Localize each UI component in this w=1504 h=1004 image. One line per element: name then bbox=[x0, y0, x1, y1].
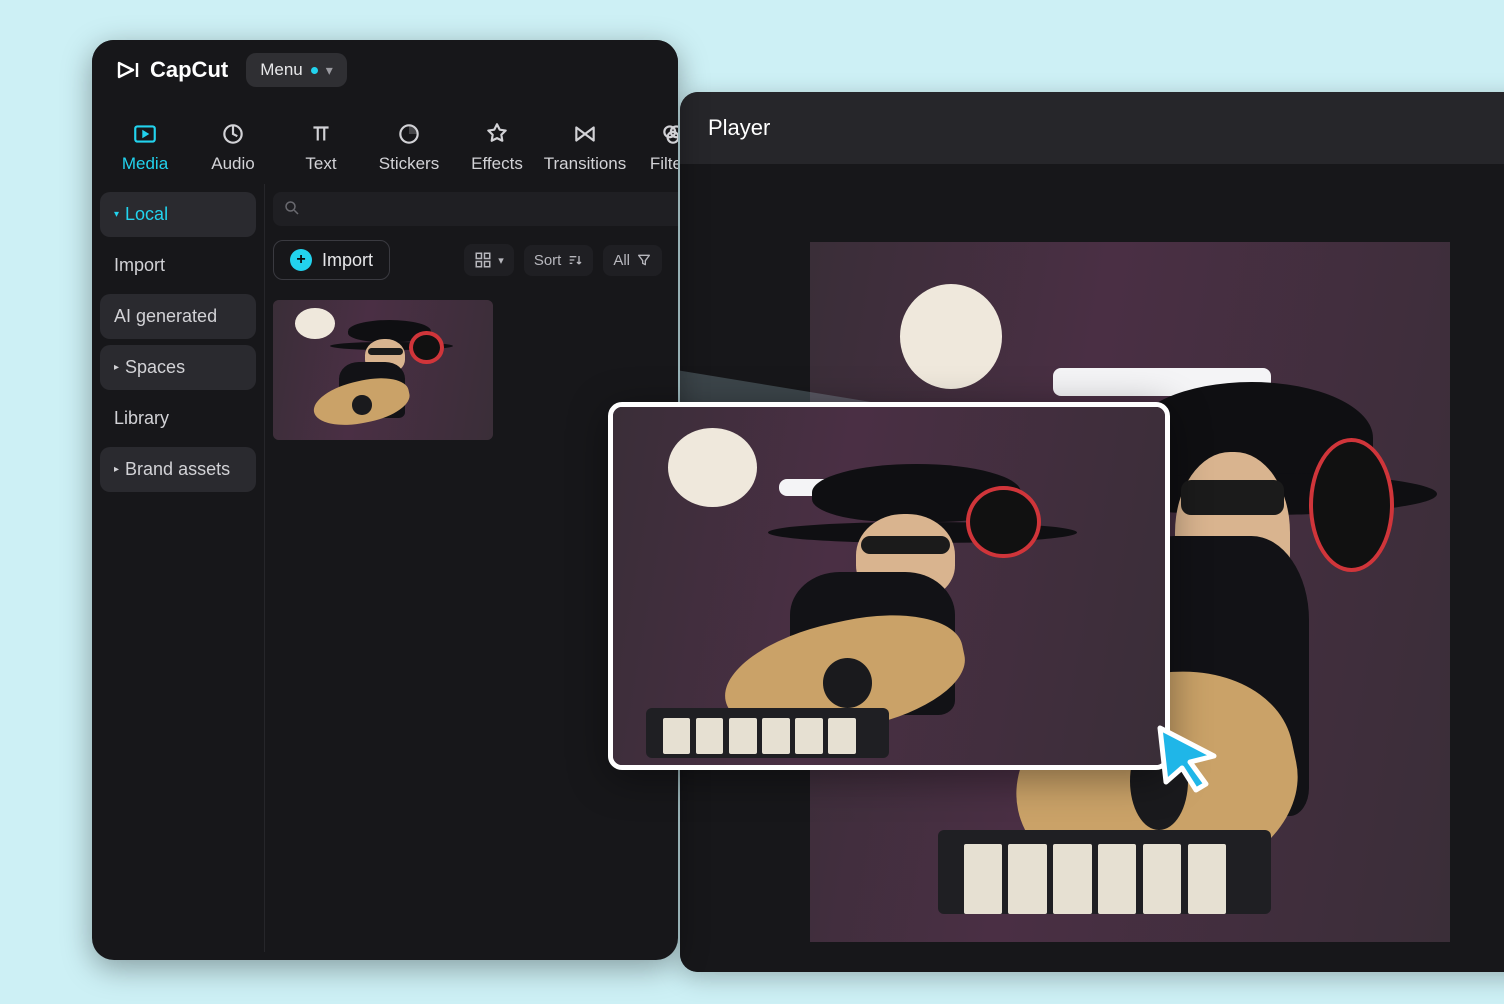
tab-label: Filters bbox=[650, 154, 678, 174]
sort-button[interactable]: Sort bbox=[524, 245, 594, 276]
editor-titlebar: CapCut Menu ▾ bbox=[92, 40, 678, 100]
menu-button[interactable]: Menu ▾ bbox=[246, 53, 347, 87]
audio-icon bbox=[219, 120, 247, 148]
media-thumbnail[interactable] bbox=[273, 300, 493, 440]
chevron-down-icon: ▾ bbox=[498, 254, 504, 267]
tab-effects[interactable]: Effects bbox=[456, 110, 538, 184]
import-button[interactable]: + Import bbox=[273, 240, 390, 280]
transitions-icon bbox=[571, 120, 599, 148]
menu-indicator-dot bbox=[311, 67, 318, 74]
filter-label: All bbox=[613, 252, 630, 269]
tab-stickers[interactable]: Stickers bbox=[368, 110, 450, 184]
drag-preview-card[interactable] bbox=[608, 402, 1170, 770]
tab-filters[interactable]: Filters bbox=[632, 110, 678, 184]
sidebar-item-label: Local bbox=[125, 204, 168, 225]
asset-category-toolbar: Media Audio Text Stickers bbox=[92, 100, 678, 184]
sidebar-item-brand-assets[interactable]: ▸ Brand assets bbox=[100, 447, 256, 492]
plus-icon: + bbox=[290, 249, 312, 271]
chevron-down-icon: ▾ bbox=[326, 62, 333, 79]
filters-icon bbox=[659, 120, 678, 148]
tab-label: Stickers bbox=[379, 154, 439, 174]
editor-window: CapCut Menu ▾ Media Audio bbox=[92, 40, 678, 960]
filter-button[interactable]: All bbox=[603, 245, 662, 276]
sort-icon bbox=[567, 252, 583, 268]
menu-label: Menu bbox=[260, 60, 303, 80]
cursor-pointer-icon bbox=[1152, 722, 1224, 794]
effects-icon bbox=[483, 120, 511, 148]
tab-label: Effects bbox=[471, 154, 523, 174]
app-logo: CapCut bbox=[116, 57, 228, 83]
import-label: Import bbox=[322, 250, 373, 271]
search-icon bbox=[283, 199, 301, 217]
capcut-logo-icon bbox=[116, 58, 140, 82]
filter-icon bbox=[636, 252, 652, 268]
sort-label: Sort bbox=[534, 252, 562, 269]
sidebar-item-import[interactable]: Import bbox=[100, 243, 256, 288]
tab-media[interactable]: Media bbox=[104, 110, 186, 184]
chevron-right-icon: ▸ bbox=[114, 464, 119, 475]
sidebar-item-ai-generated[interactable]: AI generated bbox=[100, 294, 256, 339]
search-input[interactable] bbox=[273, 192, 678, 226]
player-title: Player bbox=[708, 115, 770, 141]
sidebar-item-local[interactable]: ▾ Local bbox=[100, 192, 256, 237]
sidebar-item-spaces[interactable]: ▸ Spaces bbox=[100, 345, 256, 390]
sidebar-item-label: AI generated bbox=[114, 306, 217, 327]
tab-label: Text bbox=[305, 154, 336, 174]
text-icon bbox=[307, 120, 335, 148]
sidebar-item-label: Library bbox=[114, 408, 169, 429]
view-mode-button[interactable]: ▾ bbox=[464, 244, 514, 276]
tab-label: Transitions bbox=[544, 154, 627, 174]
grid-icon bbox=[474, 251, 492, 269]
stickers-icon bbox=[395, 120, 423, 148]
tab-transitions[interactable]: Transitions bbox=[544, 110, 626, 184]
tab-label: Media bbox=[122, 154, 168, 174]
chevron-down-icon: ▾ bbox=[114, 209, 119, 220]
tab-audio[interactable]: Audio bbox=[192, 110, 274, 184]
tab-label: Audio bbox=[211, 154, 254, 174]
sidebar-item-label: Import bbox=[114, 255, 165, 276]
sidebar-item-label: Spaces bbox=[125, 357, 185, 378]
player-titlebar: Player bbox=[680, 92, 1504, 164]
tab-text[interactable]: Text bbox=[280, 110, 362, 184]
app-name: CapCut bbox=[150, 57, 228, 83]
media-source-sidebar: ▾ Local Import AI generated ▸ Spaces Lib… bbox=[92, 184, 264, 952]
chevron-right-icon: ▸ bbox=[114, 362, 119, 373]
media-icon bbox=[131, 120, 159, 148]
sidebar-item-label: Brand assets bbox=[125, 459, 230, 480]
sidebar-item-library[interactable]: Library bbox=[100, 396, 256, 441]
